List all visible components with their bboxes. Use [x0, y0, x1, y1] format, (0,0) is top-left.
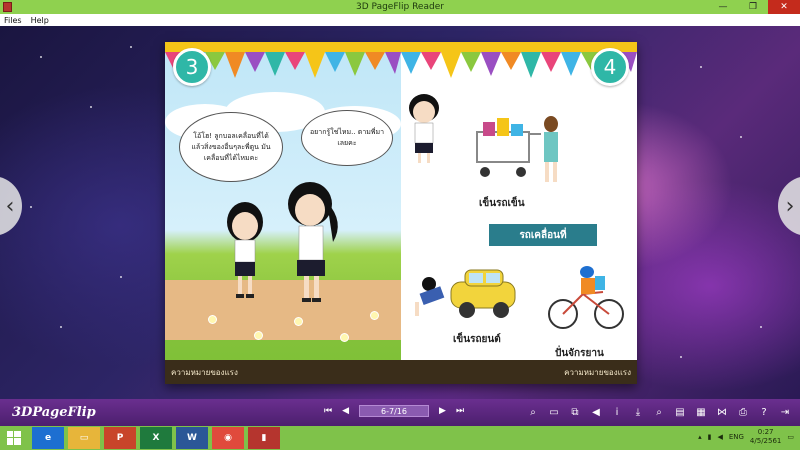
- chevron-left-icon: ‹: [5, 193, 15, 219]
- clock-time: 0:27: [757, 428, 774, 436]
- single-page-icon[interactable]: ▭: [547, 405, 561, 419]
- thumbnails-icon[interactable]: ▦: [694, 405, 708, 419]
- word-taskbar-button[interactable]: W: [176, 427, 208, 449]
- search-icon[interactable]: ⌕: [652, 405, 666, 419]
- ie-taskbar-button[interactable]: e: [32, 427, 64, 449]
- last-page-button[interactable]: ⏭: [456, 406, 464, 416]
- page-navigation: ⏮ ◀ 6-7/16 ▶ ⏭: [324, 405, 464, 417]
- chrome-taskbar-button[interactable]: ◉: [212, 427, 244, 449]
- exit-icon[interactable]: ⇥: [778, 405, 792, 419]
- first-page-button[interactable]: ⏮: [324, 406, 332, 416]
- language-indicator[interactable]: ENG: [729, 433, 744, 441]
- notifications-icon[interactable]: ▭: [787, 433, 794, 441]
- menu-bar: Files Help: [0, 14, 800, 26]
- pushing-car-illustration: [415, 269, 516, 318]
- speech-bubble-left: โอ้โฮ! ลูกบอลเคลื่อนที่ได้ แล้วสิ่งของอื…: [179, 112, 283, 182]
- windows-taskbar: e ▭ P X W ◉ ▮ ▴ ▮ ◀ ENG 0:27 4/5/2561 ▭: [0, 426, 800, 450]
- explorer-taskbar-button[interactable]: ▭: [68, 427, 100, 449]
- car-caption: เข็นรถยนต์: [453, 334, 501, 345]
- zoom-icon[interactable]: ⌕: [526, 405, 540, 419]
- help-icon[interactable]: ?: [757, 405, 771, 419]
- network-icon[interactable]: ▮: [708, 433, 712, 441]
- info-icon[interactable]: i: [610, 405, 624, 419]
- powerpoint-taskbar-button[interactable]: P: [104, 427, 136, 449]
- reader-toolbar: 3DPageFlip ⏮ ◀ 6-7/16 ▶ ⏭ ⌕ ▭ ⧉ ◀ i ⤓ ⌕ …: [0, 399, 800, 426]
- system-tray: ▴ ▮ ◀ ENG 0:27 4/5/2561 ▭: [698, 428, 794, 446]
- excel-taskbar-button[interactable]: X: [140, 427, 172, 449]
- taskbar-clock[interactable]: 0:27 4/5/2561: [750, 428, 781, 446]
- pageflip-logo: 3DPageFlip: [12, 405, 96, 420]
- left-page-footer-text: ความหมายของแรง: [171, 368, 238, 377]
- pageflip-taskbar-button[interactable]: ▮: [248, 427, 280, 449]
- fullscreen-icon[interactable]: ⧉: [568, 405, 582, 419]
- girl-peeking-illustration: [409, 94, 439, 163]
- toolbar-tools: ⌕ ▭ ⧉ ◀ i ⤓ ⌕ ▤ ▦ ⋈ ⎙ ? ⇥: [526, 405, 792, 419]
- next-page-arrow[interactable]: ›: [778, 176, 800, 236]
- reader-stage: ‹ › 3 โอ้โฮ! ลูกบอลเคลื่อนที่ได้ แล้วสิ่…: [0, 26, 800, 399]
- moving-vehicles-ribbon: รถเคลื่อนที่: [489, 224, 597, 246]
- clock-date: 4/5/2561: [749, 437, 782, 445]
- start-button[interactable]: [0, 426, 28, 450]
- window-title: 3D PageFlip Reader: [356, 2, 444, 12]
- previous-page-arrow[interactable]: ‹: [0, 176, 22, 236]
- page-indicator-input[interactable]: 6-7/16: [359, 405, 430, 417]
- title-bar: 3D PageFlip Reader — ❐ ✕: [0, 0, 800, 14]
- speech-bubble-right: อยากรู้ใช่ไหม.. ตามพี่มาเลยคะ: [301, 110, 393, 166]
- bike-caption: ปั่นจักรยาน: [555, 348, 604, 359]
- tray-chevron-icon[interactable]: ▴: [698, 433, 702, 441]
- close-button[interactable]: ✕: [768, 0, 800, 14]
- cyclist-illustration: [548, 266, 624, 329]
- two-girls-illustration: [227, 182, 338, 302]
- volume-icon[interactable]: ◀: [717, 433, 722, 441]
- shopping-cart-illustration: [476, 116, 558, 182]
- minimize-button[interactable]: —: [708, 0, 738, 14]
- menu-files[interactable]: Files: [4, 16, 22, 25]
- prev-page-button[interactable]: ◀: [342, 406, 349, 416]
- left-page[interactable]: 3 โอ้โฮ! ลูกบอลเคลื่อนที่ได้ แล้วสิ่งของ…: [165, 42, 401, 384]
- page-number-badge: 4: [591, 48, 629, 86]
- download-icon[interactable]: ⤓: [631, 405, 645, 419]
- app-icon: [3, 2, 12, 12]
- page-number-badge: 3: [173, 48, 211, 86]
- share-icon[interactable]: ⋈: [715, 405, 729, 419]
- cart-caption: เข็นรถเข็น: [479, 198, 525, 209]
- chevron-right-icon: ›: [785, 193, 795, 219]
- window-controls: — ❐ ✕: [708, 0, 800, 14]
- bookmark-icon[interactable]: ▤: [673, 405, 687, 419]
- menu-help[interactable]: Help: [31, 16, 49, 25]
- sound-icon[interactable]: ◀: [589, 405, 603, 419]
- windows-logo-icon: [7, 431, 21, 445]
- next-page-button[interactable]: ▶: [439, 406, 446, 416]
- maximize-button[interactable]: ❐: [738, 0, 768, 14]
- flip-book[interactable]: 3 โอ้โฮ! ลูกบอลเคลื่อนที่ได้ แล้วสิ่งของ…: [165, 42, 637, 384]
- right-page-footer-text: ความหมายของแรง: [564, 368, 631, 377]
- print-icon[interactable]: ⎙: [736, 405, 750, 419]
- right-page[interactable]: 4 เข็นรถเข็น รถเคลื่อนที่ เข็นรถยนต์ ปั่…: [401, 42, 637, 384]
